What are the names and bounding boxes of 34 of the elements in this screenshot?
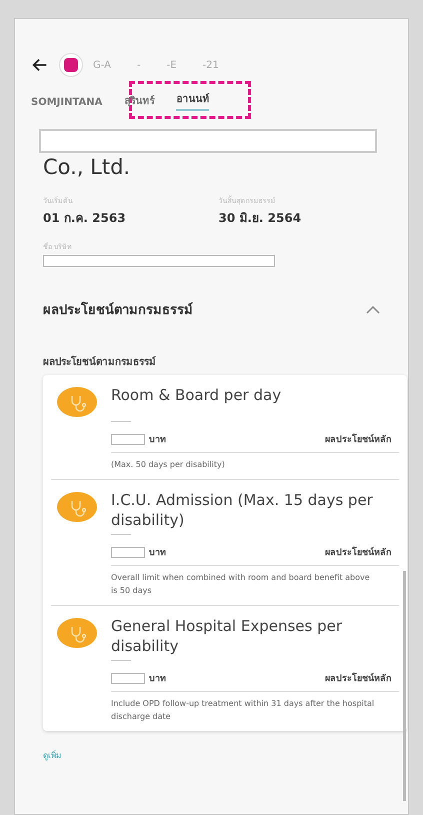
benefit-type: ผลประโยชน์หลัก <box>325 432 391 446</box>
chevron-icon[interactable] <box>366 306 380 314</box>
currency-unit: บาท <box>149 547 166 559</box>
benefit-title: I.C.U. Admission (Max. 15 days per disability) <box>111 490 374 530</box>
date-value: 01 ก.ค. 2563 <box>43 210 127 227</box>
redacted-box <box>111 546 145 558</box>
currency-unit: บาท <box>149 434 166 446</box>
benefit-title: General Hospital Expenses per disability <box>111 616 344 656</box>
benefit-note: (Max. 50 days per disability) <box>111 459 226 471</box>
stethoscope-icon <box>57 618 97 648</box>
policy-number-part: -E <box>166 60 177 70</box>
section-title: ผลประโยชน์ตามกรมธรรม์ <box>43 300 193 320</box>
redacted-box <box>111 434 145 444</box>
person-tab[interactable]: สุรินทร์ <box>124 93 154 111</box>
benefit-title: Room & Board per day <box>111 385 282 405</box>
company-name: Co., Ltd. <box>43 155 132 179</box>
person-tab[interactable]: อานนท์ <box>176 91 210 111</box>
see-more-link[interactable]: ดูเพิ่ม <box>43 749 394 762</box>
benefit-note: Include OPD follow-up treatment within 31 days after the hospital discharge date <box>111 698 376 723</box>
policy-number-part: -21 <box>202 60 219 70</box>
policy-number-part: G-A <box>93 60 111 70</box>
redacted-box <box>111 672 145 684</box>
date-value: 30 มิ.ย. 2564 <box>218 210 302 227</box>
currency-unit: บาท <box>149 673 166 685</box>
back-arrow-icon[interactable] <box>31 56 49 74</box>
stethoscope-icon <box>57 387 97 417</box>
benefit-type: ผลประโยชน์หลัก <box>325 546 391 559</box>
benefit-note: Overall limit when combined with room and board benefit above is 50 days <box>111 572 371 597</box>
policy-number-part: - <box>136 60 141 70</box>
person-tab[interactable]: SOMJINTANA <box>31 97 102 111</box>
subsection-title: ผลประโยชน์ตามกรมธรรม์ <box>43 354 157 369</box>
benefit-type: ผลประโยชน์หลัก <box>325 672 391 685</box>
stethoscope-icon <box>57 492 97 522</box>
insurer-logo <box>59 53 83 77</box>
